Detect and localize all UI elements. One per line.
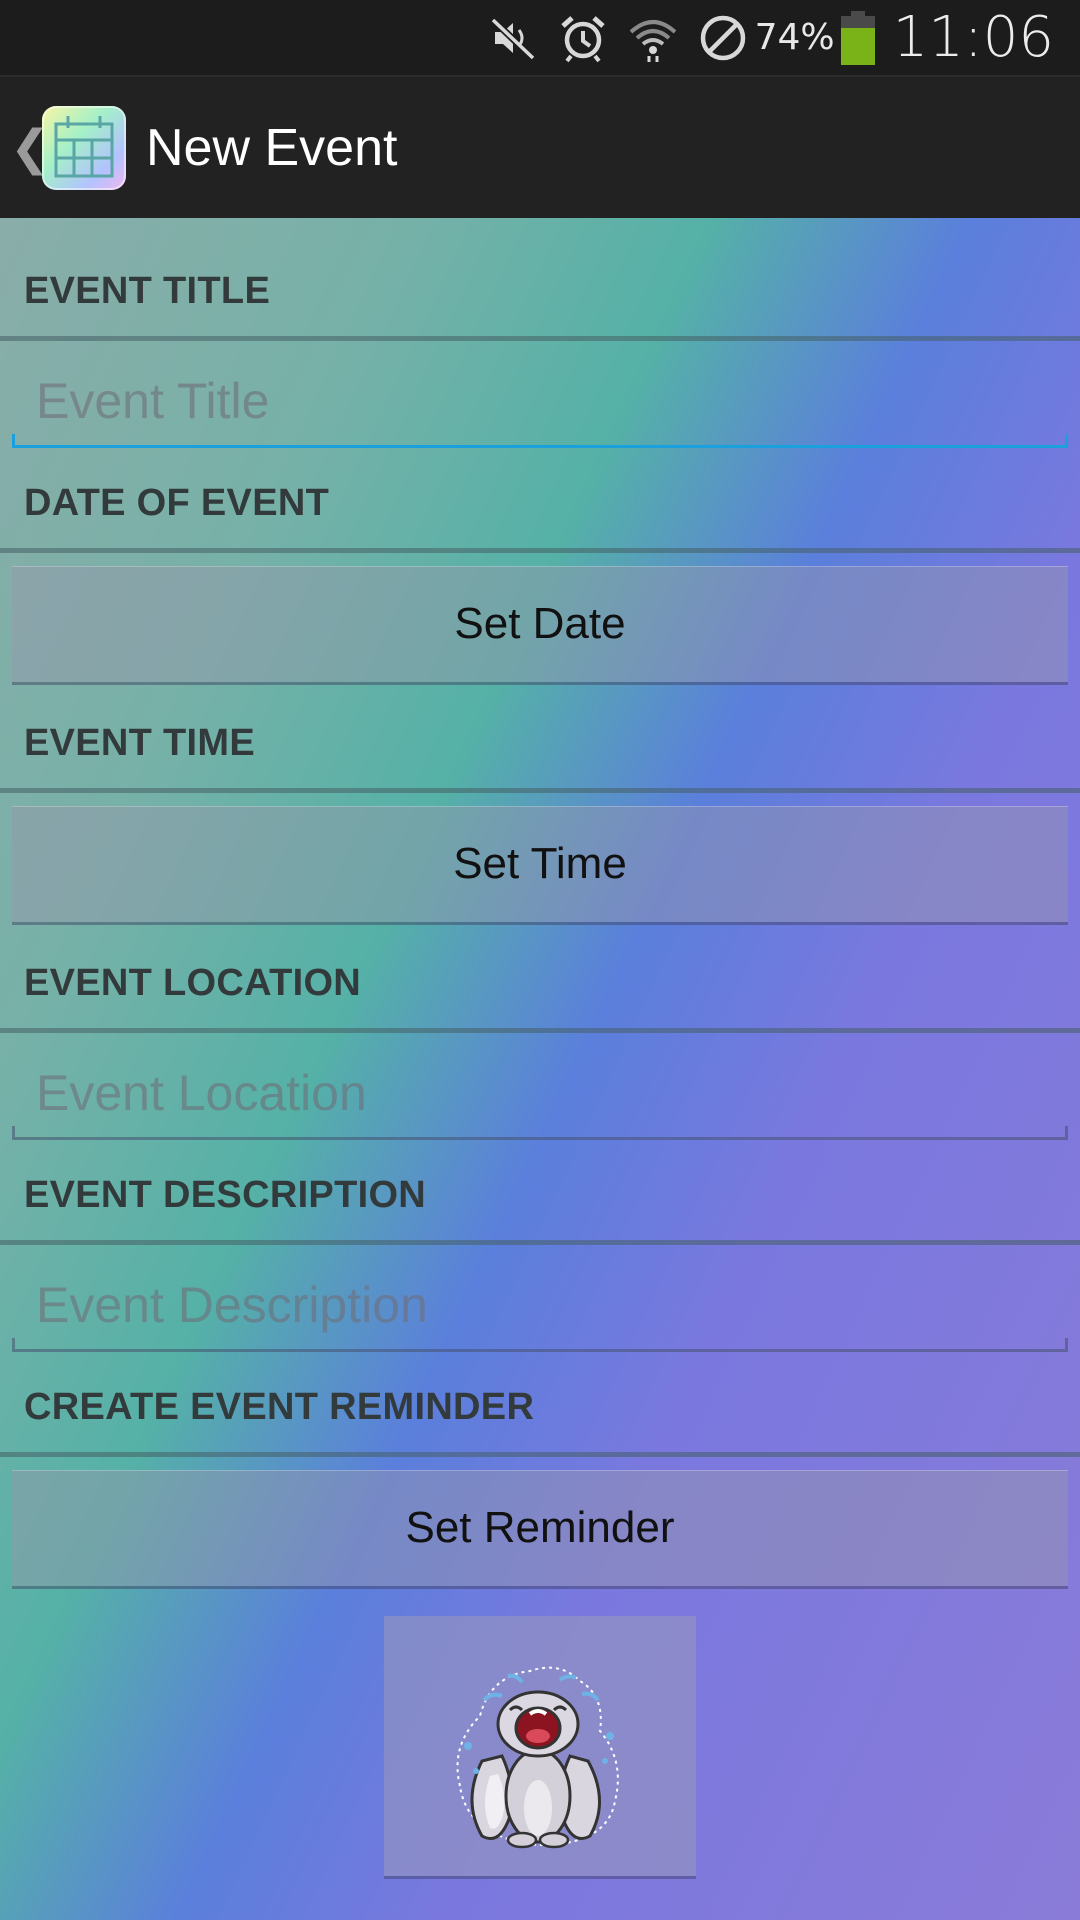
divider: [0, 1452, 1080, 1457]
event-title-label: EVENT TITLE: [24, 270, 271, 312]
set-time-button[interactable]: Set Time: [12, 806, 1068, 922]
event-description-label: EVENT DESCRIPTION: [24, 1174, 427, 1216]
event-description-underline: [12, 1338, 1068, 1352]
status-bar: 74% 11:06: [0, 0, 1080, 75]
event-time-label: EVENT TIME: [24, 722, 256, 764]
battery-icon: [840, 10, 875, 65]
back-chevron-icon[interactable]: ❮: [10, 120, 50, 176]
battery-percent: 74%: [754, 17, 835, 58]
event-location-underline: [12, 1126, 1068, 1140]
set-date-button[interactable]: Set Date: [12, 566, 1068, 682]
action-bar: ❮ New Event: [0, 75, 1080, 218]
blocked-icon: [697, 12, 749, 64]
create-event-reminder-label: CREATE EVENT REMINDER: [24, 1386, 535, 1428]
date-of-event-label: DATE OF EVENT: [24, 482, 330, 524]
event-form: EVENT TITLE DATE OF EVENT Set Date EVENT…: [0, 218, 1080, 1920]
crying-bunny-icon: [456, 1666, 619, 1849]
divider: [0, 1240, 1080, 1245]
event-location-input[interactable]: [12, 1048, 1068, 1138]
divider: [0, 548, 1080, 553]
event-description-input[interactable]: [12, 1260, 1068, 1350]
event-title-input[interactable]: [12, 356, 1068, 446]
calendar-icon[interactable]: [42, 105, 126, 190]
divider: [0, 1028, 1080, 1033]
alarm-icon: [557, 12, 609, 64]
mute-icon: [487, 12, 539, 64]
page-title: New Event: [146, 118, 398, 177]
clock: 11:06: [892, 5, 1054, 70]
divider: [0, 336, 1080, 341]
image-button[interactable]: [384, 1616, 696, 1876]
event-title-underline: [12, 434, 1068, 448]
divider: [0, 788, 1080, 793]
wifi-icon: [627, 12, 679, 64]
set-reminder-button[interactable]: Set Reminder: [12, 1470, 1068, 1586]
event-location-label: EVENT LOCATION: [24, 962, 362, 1004]
